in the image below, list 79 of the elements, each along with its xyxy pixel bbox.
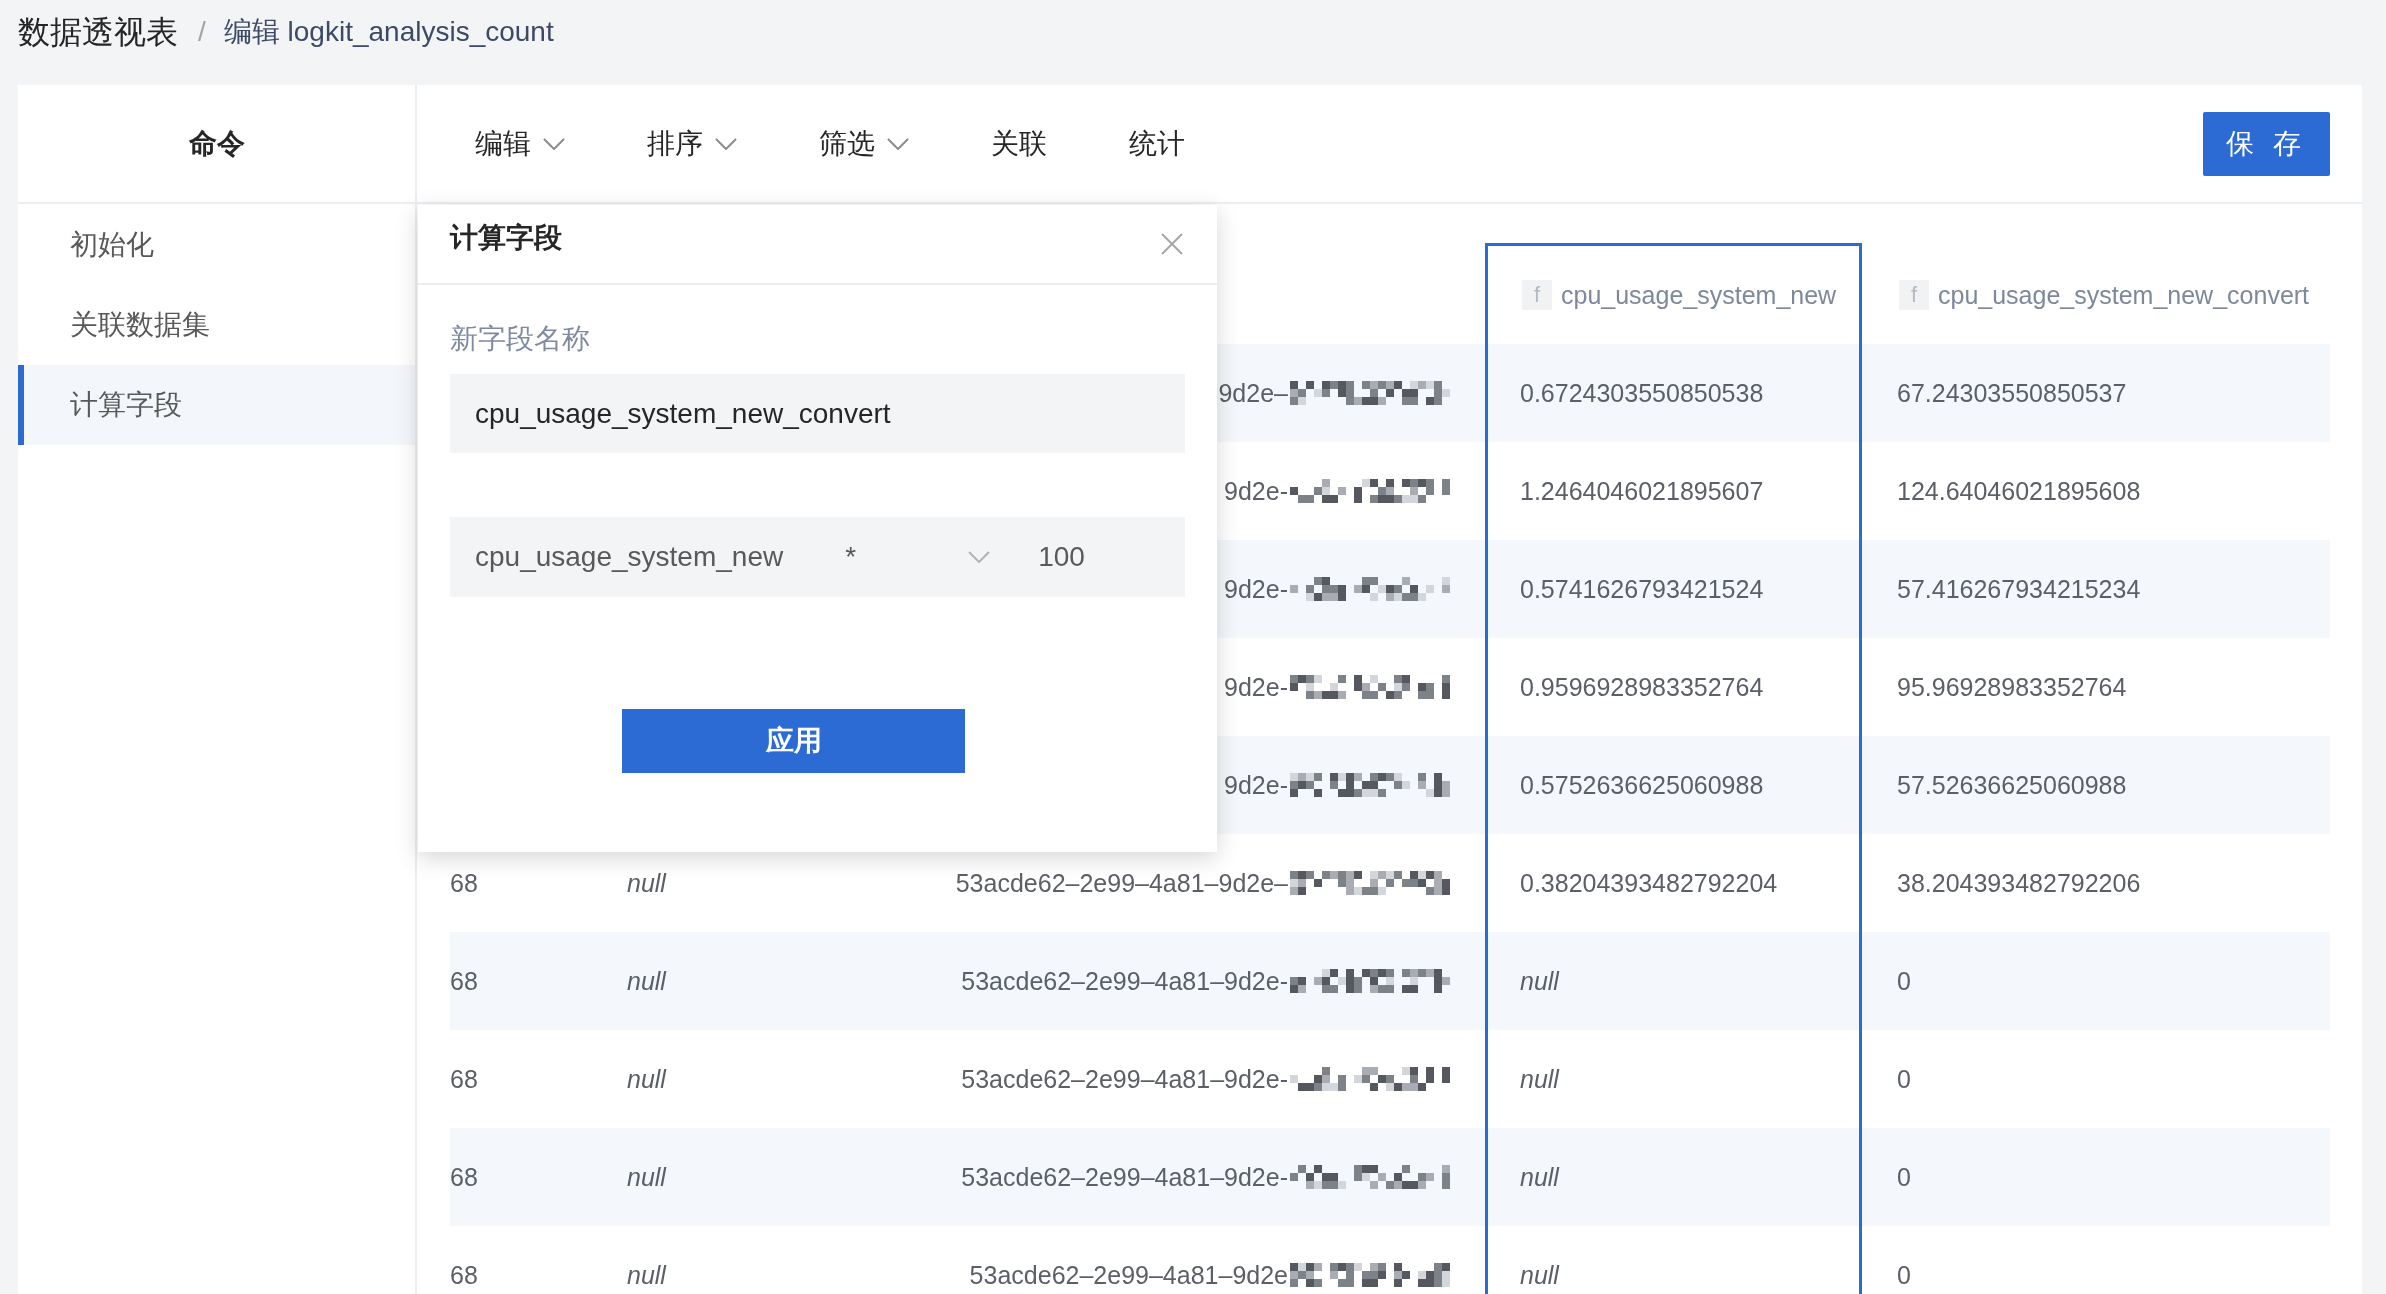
number-value: 67.24303550850537: [1897, 378, 2127, 409]
cell-text: 68: [450, 868, 478, 899]
id-text: 53acde62–2e99–4a81–9d2e-: [961, 966, 1288, 997]
number-value: 0.9596928983352764: [1520, 672, 1764, 703]
sidebar-item[interactable]: 初始化: [18, 205, 415, 285]
column-header[interactable]: f cpu_usage_system_new_convert: [1862, 243, 2330, 344]
sidebar-item[interactable]: 关联数据集: [18, 285, 415, 365]
chevron-down-icon: [887, 137, 909, 150]
null-value: null: [627, 1162, 666, 1193]
toolbar-menu-item[interactable]: 筛选: [819, 124, 909, 163]
number-value: 57.416267934215234: [1897, 574, 2141, 605]
pixel-mosaic-icon: [1290, 969, 1450, 993]
apply-button[interactable]: 应用: [622, 709, 965, 773]
field-type-tag: f: [1522, 280, 1552, 310]
number-value: 38.204393482792206: [1897, 868, 2141, 899]
null-value: null: [627, 868, 666, 899]
breadcrumb-current: 编辑 logkit_analysis_count: [223, 15, 554, 49]
chevron-down-icon: [543, 137, 565, 150]
id-text: 9d2e-: [1224, 672, 1288, 703]
number-value: 95.96928983352764: [1897, 672, 2127, 703]
number-value: 0: [1897, 1064, 1911, 1095]
id-text: 53acde62–2e99–4a81–9d2e–: [955, 868, 1288, 899]
dialog-title: 计算字段: [450, 221, 562, 255]
pixel-mosaic-icon: [1290, 1067, 1450, 1091]
close-icon[interactable]: [1161, 233, 1183, 255]
column-header[interactable]: f cpu_usage_system_new: [1485, 243, 1862, 344]
id-text: 53acde62–2e99–4a81–9d2e-: [961, 1162, 1288, 1193]
id-text: 9d2e–: [1218, 378, 1288, 409]
number-value: 0.6724303550850538: [1520, 378, 1764, 409]
sidebar-item[interactable]: 计算字段: [18, 365, 415, 445]
id-text: 9d2e-: [1224, 574, 1288, 605]
pixel-mosaic-icon: [1290, 381, 1450, 405]
id-text: 9d2e-: [1224, 476, 1288, 507]
number-value: 0.5741626793421524: [1520, 574, 1764, 605]
pixel-mosaic-icon: [1290, 577, 1450, 601]
cell-text: 68: [450, 1064, 478, 1095]
pixel-mosaic-icon: [1290, 1263, 1450, 1287]
number-value: 0: [1897, 1162, 1911, 1193]
number-value: 0: [1897, 966, 1911, 997]
chevron-down-icon: [715, 137, 737, 150]
pixel-mosaic-icon: [1290, 479, 1450, 503]
chevron-down-icon: [968, 551, 991, 563]
null-value: null: [627, 1260, 666, 1291]
toolbar-menu-item[interactable]: 编辑: [475, 124, 565, 163]
number-value: 0.5752636625060988: [1520, 770, 1764, 801]
operand-input[interactable]: 100: [1038, 541, 1085, 573]
pixel-mosaic-icon: [1290, 871, 1450, 895]
number-value: 1.2464046021895607: [1520, 476, 1764, 507]
null-value: null: [627, 966, 666, 997]
number-value: 0: [1897, 1260, 1911, 1291]
null-value: null: [627, 1064, 666, 1095]
pixel-mosaic-icon: [1290, 1165, 1450, 1189]
cell-text: 68: [450, 1162, 478, 1193]
toolbar-menu-item[interactable]: 排序: [647, 124, 737, 163]
sidebar-title: 命令: [188, 126, 245, 161]
field-name-label: 新字段名称: [450, 322, 590, 356]
field-type-tag: f: [1899, 280, 1929, 310]
null-value: null: [1520, 966, 1559, 997]
field-name-input[interactable]: cpu_usage_system_new_convert: [450, 374, 1185, 453]
pixel-mosaic-icon: [1290, 773, 1450, 797]
null-value: null: [1520, 1064, 1559, 1095]
pixel-mosaic-icon: [1290, 675, 1450, 699]
number-value: 0.38204393482792204: [1520, 868, 1778, 899]
id-text: 53acde62–2e99–4a81–9d2e: [969, 1260, 1288, 1291]
breadcrumb-link[interactable]: 数据透视表: [18, 12, 178, 52]
cell-text: 68: [450, 1260, 478, 1291]
null-value: null: [1520, 1162, 1559, 1193]
number-value: 57.52636625060988: [1897, 770, 2127, 801]
breadcrumb-separator: /: [198, 15, 206, 49]
field-select[interactable]: cpu_usage_system_new: [475, 541, 784, 573]
operator-select[interactable]: *: [845, 541, 991, 573]
cell-text: 68: [450, 966, 478, 997]
null-value: null: [1520, 1260, 1559, 1291]
toolbar-menu-item[interactable]: 关联: [991, 124, 1047, 163]
number-value: 124.64046021895608: [1897, 476, 2141, 507]
toolbar-menu-item[interactable]: 统计: [1129, 124, 1185, 163]
id-text: 9d2e-: [1224, 770, 1288, 801]
id-text: 53acde62–2e99–4a81–9d2e-: [961, 1064, 1288, 1095]
save-button[interactable]: 保 存: [2203, 111, 2330, 176]
